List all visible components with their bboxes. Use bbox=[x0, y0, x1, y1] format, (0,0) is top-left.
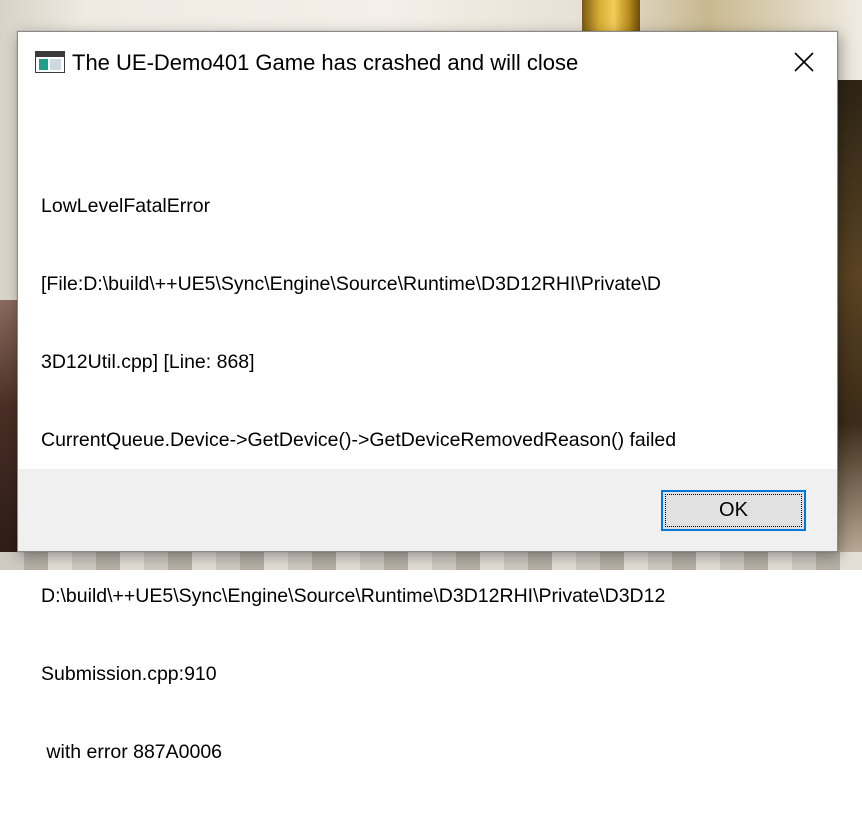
title-bar[interactable]: The UE-Demo401 Game has crashed and will… bbox=[18, 32, 837, 92]
ok-button-label: OK bbox=[719, 499, 748, 521]
error-message-line: 3D12Util.cpp] [Line: 868] bbox=[41, 351, 255, 373]
dialog-content: LowLevelFatalError [File:D:\build\++UE5\… bbox=[18, 92, 837, 763]
close-icon bbox=[794, 52, 814, 72]
error-message-line: with error 887A0006 bbox=[41, 741, 223, 763]
crash-dialog: The UE-Demo401 Game has crashed and will… bbox=[17, 31, 838, 763]
background-gold-column bbox=[582, 0, 640, 34]
dialog-footer: OK bbox=[18, 469, 837, 551]
application-window-icon bbox=[35, 51, 65, 73]
ok-button[interactable]: OK bbox=[661, 490, 806, 531]
close-button[interactable] bbox=[781, 45, 827, 79]
error-message-line: CurrentQueue.Device->GetDevice()->GetDev… bbox=[41, 429, 677, 451]
dialog-title: The UE-Demo401 Game has crashed and will… bbox=[72, 50, 579, 75]
error-message-line: [File:D:\build\++UE5\Sync\Engine\Source\… bbox=[41, 273, 661, 295]
error-message-line: Submission.cpp:910 bbox=[41, 663, 217, 685]
error-message-line: D:\build\++UE5\Sync\Engine\Source\Runtim… bbox=[41, 585, 666, 607]
background-right-object bbox=[838, 80, 862, 570]
error-message-line: LowLevelFatalError bbox=[41, 195, 211, 217]
background-left-object bbox=[0, 300, 18, 570]
